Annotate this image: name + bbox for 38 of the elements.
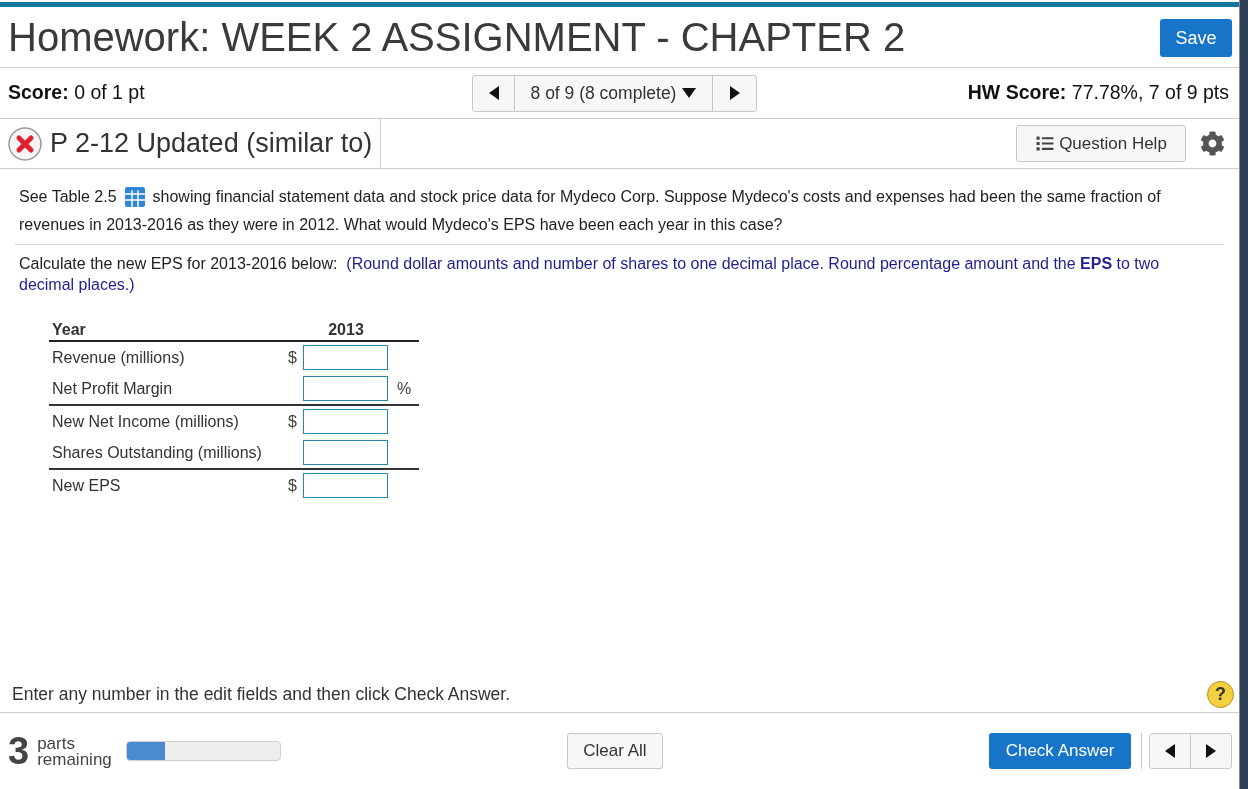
row-label: Net Profit Margin	[51, 378, 173, 399]
caret-left-icon	[488, 86, 499, 100]
page-title: Homework: WEEK 2 ASSIGNMENT - CHAPTER 2	[8, 17, 906, 57]
settings-icon[interactable]	[1200, 131, 1225, 156]
parts-label: parts remaining	[37, 736, 112, 768]
column-header: Year	[51, 320, 86, 340]
hint-text: Enter any number in the edit fields and then click Check Answer.	[12, 682, 511, 706]
score-text: Score: 0 of 1 pt	[8, 80, 145, 106]
unit-label: $	[288, 347, 298, 368]
unit-label: $	[288, 475, 298, 496]
question-text: See Table 2.5 showing financial statement data and stock price data for Mydeco Corp. Suppose Mydeco's costs and expenses had been the same fraction of revenues in 2013-2016 as they were in 2012. What would Mydeco's EPS have been each year in this case?	[15, 169, 1224, 245]
answer-field[interactable]	[303, 345, 388, 370]
question-help-button[interactable]: Question Help	[1016, 125, 1186, 162]
row-label: Revenue (millions)	[51, 347, 185, 368]
answer-field[interactable]	[303, 440, 388, 465]
save-button[interactable]: Save	[1160, 19, 1232, 57]
parts-count: 3	[8, 732, 30, 770]
row-label: Shares Outstanding (millions)	[51, 442, 262, 463]
row-label: New EPS	[51, 475, 121, 496]
caret-left-icon	[1165, 744, 1175, 758]
check-answer-button[interactable]: Check Answer	[989, 733, 1131, 769]
column-header: 2013	[328, 320, 364, 340]
answer-field[interactable]	[303, 473, 388, 498]
help-button[interactable]: ?	[1207, 680, 1234, 708]
answer-field[interactable]	[303, 409, 388, 434]
caret-right-icon	[729, 86, 740, 100]
hw-score-text: HW Score: 77.78%, 7 of 9 pts	[967, 80, 1230, 106]
instruction-text: Calculate the new EPS for 2013-2016 below: (Round dollar amounts and number of shares to one decimal place. Round percentage amount and the EPS to two decimal places.)	[18, 254, 1161, 295]
list-icon	[1035, 135, 1056, 152]
unit-label: %	[396, 378, 412, 399]
unit-label: $	[288, 411, 298, 432]
answer-field[interactable]	[303, 376, 388, 401]
row-label: New Net Income (millions)	[51, 411, 239, 432]
caret-right-icon	[1206, 744, 1216, 758]
table-icon[interactable]	[124, 187, 145, 207]
question-title: P 2-12 Updated (similar to)	[50, 130, 373, 157]
clear-all-button[interactable]: Clear All	[566, 733, 663, 769]
caret-down-icon	[682, 88, 697, 98]
